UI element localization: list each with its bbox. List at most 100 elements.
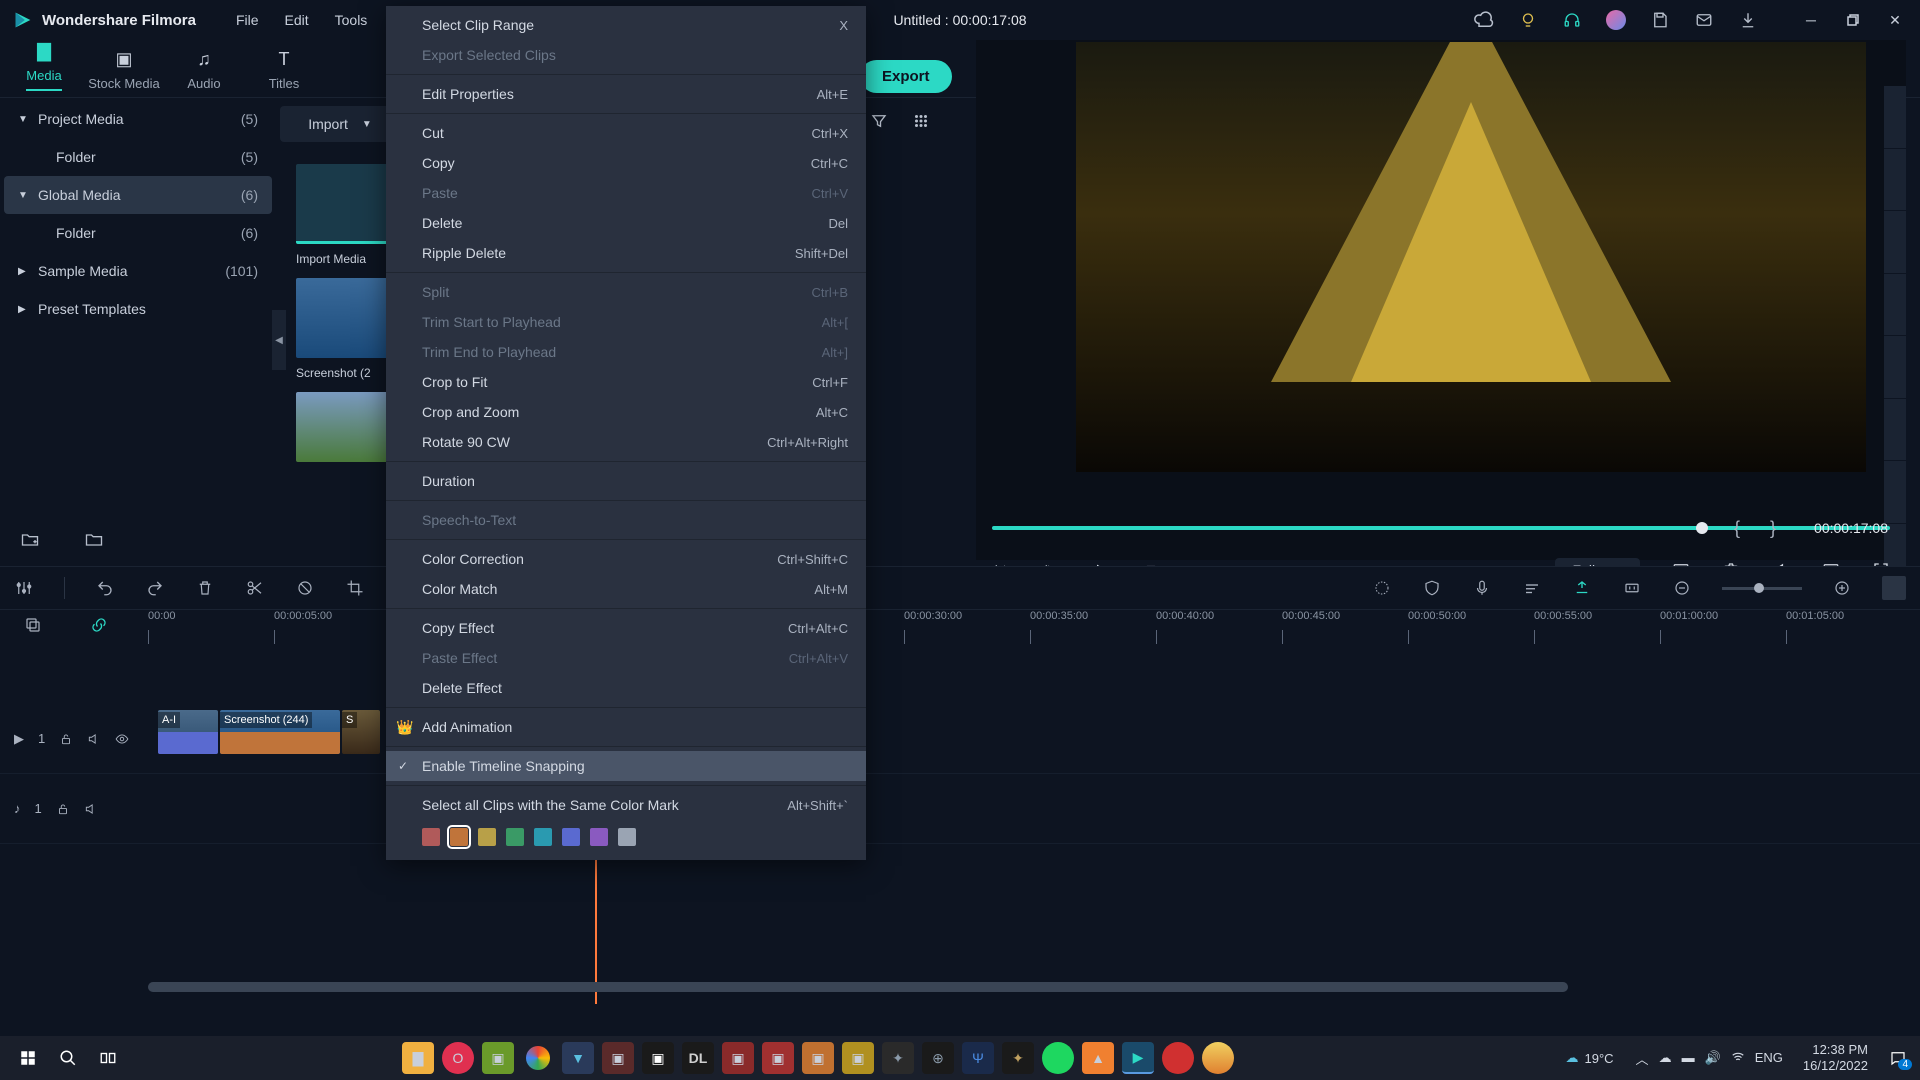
- ctx-duration[interactable]: Duration: [386, 466, 866, 496]
- cloud-icon[interactable]: [1474, 10, 1494, 30]
- timeline-scrollbar[interactable]: [148, 982, 1568, 992]
- lock-icon[interactable]: [59, 732, 73, 746]
- save-icon[interactable]: [1650, 10, 1670, 30]
- taskbar-app[interactable]: [1202, 1042, 1234, 1074]
- color-swatch[interactable]: [506, 828, 524, 846]
- marker-icon[interactable]: [1572, 578, 1592, 598]
- tray-lang-icon[interactable]: ENG: [1755, 1050, 1783, 1066]
- link-icon[interactable]: [90, 616, 108, 634]
- ctx-color-correction[interactable]: Color CorrectionCtrl+Shift+C: [386, 544, 866, 574]
- ctx-crop-and-zoom[interactable]: Crop and ZoomAlt+C: [386, 397, 866, 427]
- delete-icon[interactable]: [195, 578, 215, 598]
- taskbar-clock[interactable]: 12:38 PM 16/12/2022: [1803, 1042, 1868, 1073]
- ctx-rotate-90-cw[interactable]: Rotate 90 CWCtrl+Alt+Right: [386, 427, 866, 457]
- ctx-edit-properties[interactable]: Edit PropertiesAlt+E: [386, 79, 866, 109]
- tray-chevron-icon[interactable]: ︿: [1636, 1049, 1649, 1068]
- ctx-crop-to-fit[interactable]: Crop to FitCtrl+F: [386, 367, 866, 397]
- timeline-clip[interactable]: A-I: [158, 710, 218, 754]
- weather-widget[interactable]: ☁19°C: [1566, 1050, 1614, 1066]
- taskbar-app[interactable]: ▇: [402, 1042, 434, 1074]
- color-swatch[interactable]: [562, 828, 580, 846]
- mask-icon[interactable]: [295, 578, 315, 598]
- preview-canvas[interactable]: [1076, 42, 1866, 472]
- timeline-clip[interactable]: Screenshot (244): [220, 710, 340, 754]
- menu-edit[interactable]: Edit: [273, 8, 321, 32]
- download-icon[interactable]: [1738, 10, 1758, 30]
- filter-icon[interactable]: [870, 112, 888, 130]
- grid-icon[interactable]: [912, 112, 930, 130]
- undo-icon[interactable]: [95, 578, 115, 598]
- mail-icon[interactable]: [1694, 10, 1714, 30]
- tab-stock-media[interactable]: ▣Stock Media: [84, 46, 164, 97]
- taskbar-app[interactable]: ▶: [1122, 1042, 1154, 1074]
- fit-icon[interactable]: [1622, 578, 1642, 598]
- menu-file[interactable]: File: [224, 8, 271, 32]
- tray-volume-icon[interactable]: 🔊: [1705, 1050, 1721, 1066]
- taskbar-app[interactable]: ▣: [762, 1042, 794, 1074]
- tree-project-media[interactable]: ▼Project Media(5): [4, 100, 272, 138]
- tray-wifi-icon[interactable]: [1731, 1050, 1745, 1066]
- taskbar-app[interactable]: ▣: [802, 1042, 834, 1074]
- tab-media[interactable]: ▇Media: [4, 38, 84, 97]
- taskbar-app[interactable]: ▣: [842, 1042, 874, 1074]
- ctx-delete-effect[interactable]: Delete Effect: [386, 673, 866, 703]
- taskbar-app[interactable]: ⊕: [922, 1042, 954, 1074]
- tree-preset-templates[interactable]: ▶Preset Templates: [4, 290, 272, 328]
- tree-folder-1[interactable]: Folder(5): [4, 138, 272, 176]
- mute-icon[interactable]: [84, 802, 98, 816]
- taskbar-app[interactable]: ▣: [722, 1042, 754, 1074]
- task-view-icon[interactable]: [88, 1038, 128, 1078]
- mixer-icon[interactable]: [1522, 578, 1542, 598]
- render-icon[interactable]: [1372, 578, 1392, 598]
- tab-titles[interactable]: TTitles: [244, 46, 324, 97]
- ctx-select-clip-range[interactable]: Select Clip RangeX: [386, 10, 866, 40]
- avatar-icon[interactable]: [1606, 10, 1626, 30]
- copy-icon[interactable]: [24, 616, 42, 634]
- close-button[interactable]: ✕: [1878, 5, 1912, 35]
- maximize-button[interactable]: [1836, 5, 1870, 35]
- media-thumb[interactable]: [296, 164, 396, 244]
- mark-out-icon[interactable]: }: [1770, 518, 1776, 539]
- menu-tools[interactable]: Tools: [323, 8, 380, 32]
- taskbar-app[interactable]: [1042, 1042, 1074, 1074]
- color-swatch[interactable]: [534, 828, 552, 846]
- zoom-in-icon[interactable]: [1832, 578, 1852, 598]
- taskbar-app[interactable]: ✦: [1002, 1042, 1034, 1074]
- tree-global-media[interactable]: ▼Global Media(6): [4, 176, 272, 214]
- headset-icon[interactable]: [1562, 10, 1582, 30]
- lock-icon[interactable]: [56, 802, 70, 816]
- tray-battery-icon[interactable]: ▬: [1682, 1050, 1695, 1066]
- start-button[interactable]: [8, 1038, 48, 1078]
- ctx-select-all-clips-with-the-same-color-mark[interactable]: Select all Clips with the Same Color Mar…: [386, 790, 866, 820]
- taskbar-app[interactable]: [1162, 1042, 1194, 1074]
- ctx-cut[interactable]: CutCtrl+X: [386, 118, 866, 148]
- visibility-icon[interactable]: [115, 732, 129, 746]
- color-swatch[interactable]: [590, 828, 608, 846]
- zoom-slider[interactable]: [1722, 587, 1802, 590]
- ctx-enable-timeline-snapping[interactable]: ✓Enable Timeline Snapping: [386, 751, 866, 781]
- mute-icon[interactable]: [87, 732, 101, 746]
- ctx-ripple-delete[interactable]: Ripple DeleteShift+Del: [386, 238, 866, 268]
- zoom-out-icon[interactable]: [1672, 578, 1692, 598]
- audio-track[interactable]: ♪ 1: [0, 774, 1920, 844]
- new-folder-icon[interactable]: [20, 530, 40, 550]
- taskbar-app[interactable]: Ψ: [962, 1042, 994, 1074]
- ctx-color-match[interactable]: Color MatchAlt+M: [386, 574, 866, 604]
- settings-icon[interactable]: [14, 578, 34, 598]
- video-track[interactable]: ▶ 1 A-I Screenshot (244) S: [0, 704, 1920, 774]
- taskbar-app[interactable]: ✦: [882, 1042, 914, 1074]
- preview-progress[interactable]: [992, 526, 1890, 530]
- color-swatch[interactable]: [422, 828, 440, 846]
- export-button[interactable]: Export: [860, 60, 952, 93]
- taskbar-app[interactable]: ▼: [562, 1042, 594, 1074]
- taskbar-app[interactable]: ▣: [602, 1042, 634, 1074]
- ctx-copy-effect[interactable]: Copy EffectCtrl+Alt+C: [386, 613, 866, 643]
- lightbulb-icon[interactable]: [1518, 10, 1538, 30]
- split-icon[interactable]: [245, 578, 265, 598]
- taskbar-app[interactable]: DL: [682, 1042, 714, 1074]
- minimize-button[interactable]: ─: [1794, 5, 1828, 35]
- shield-icon[interactable]: [1422, 578, 1442, 598]
- taskbar-app[interactable]: [522, 1042, 554, 1074]
- tree-folder-2[interactable]: Folder(6): [4, 214, 272, 252]
- timeline-clip[interactable]: S: [342, 710, 380, 754]
